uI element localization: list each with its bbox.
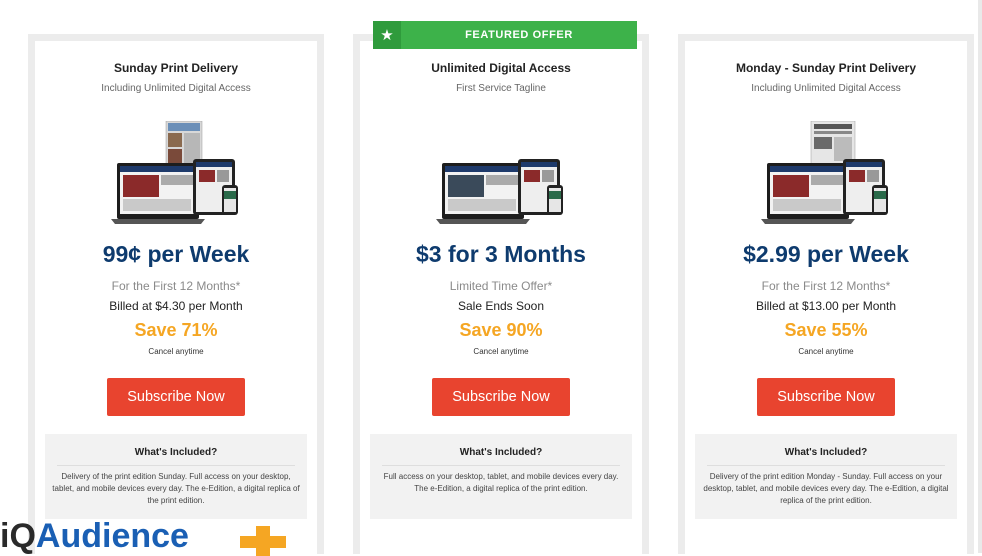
plan-tagline: Including Unlimited Digital Access xyxy=(101,83,251,94)
devices-bundle-image xyxy=(436,159,563,224)
cancel-note: Cancel anytime xyxy=(473,347,529,356)
whats-included-title: What's Included? xyxy=(784,447,868,458)
plan-billing: Billed at $4.30 per Month xyxy=(109,299,243,313)
cancel-note: Cancel anytime xyxy=(148,347,204,356)
plan-card-unlimited-digital: Unlimited Digital Access First Service T… xyxy=(353,34,649,554)
plan-price: $2.99 per Week xyxy=(743,241,909,267)
plan-savings: Save 90% xyxy=(459,320,543,340)
divider xyxy=(57,465,295,466)
featured-offer-label: FEATURED OFFER xyxy=(465,29,573,41)
plan-price: $3 for 3 Months xyxy=(416,241,586,267)
plan-term: For the First 12 Months* xyxy=(111,279,241,293)
plan-billing: Sale Ends Soon xyxy=(457,299,545,313)
featured-offer-banner: ★ FEATURED OFFER xyxy=(373,21,637,49)
scrollbar-edge xyxy=(978,0,982,553)
whats-included-description: Delivery of the print edition Sunday. Fu… xyxy=(52,472,300,505)
plan-term: Limited Time Offer* xyxy=(449,279,553,293)
whats-included-title: What's Included? xyxy=(459,447,543,458)
plan-title: Sunday Print Delivery xyxy=(113,61,239,75)
subscribe-button[interactable]: Subscribe Now xyxy=(432,378,570,416)
plan-card-monday-sunday-print: Monday - Sunday Print Delivery Including… xyxy=(678,34,974,554)
plus-icon xyxy=(240,526,286,556)
whats-included-description: Full access on your desktop, tablet, and… xyxy=(383,472,619,493)
iq-audience-logo: iQAudience xyxy=(0,516,286,556)
subscribe-button[interactable]: Subscribe Now xyxy=(757,378,895,416)
star-icon: ★ xyxy=(373,21,401,49)
divider xyxy=(382,465,620,466)
plan-card-sunday-print: Sunday Print Delivery Including Unlimite… xyxy=(28,34,324,554)
subscribe-button[interactable]: Subscribe Now xyxy=(107,378,245,416)
plan-tagline: First Service Tagline xyxy=(456,83,546,94)
cancel-note: Cancel anytime xyxy=(798,347,854,356)
plan-savings: Save 71% xyxy=(134,320,218,340)
logo-wordmark: Audience xyxy=(35,517,189,555)
plan-tagline: Including Unlimited Digital Access xyxy=(751,83,901,94)
devices-bundle-image xyxy=(761,121,888,224)
whats-included-box: What's Included? Full access on your des… xyxy=(370,434,632,519)
plan-title: Unlimited Digital Access xyxy=(431,61,571,75)
plan-billing: Billed at $13.00 per Month xyxy=(755,299,897,313)
whats-included-title: What's Included? xyxy=(134,447,218,458)
logo-prefix: iQ xyxy=(0,517,36,555)
plan-savings: Save 55% xyxy=(784,320,868,340)
whats-included-box: What's Included? Delivery of the print e… xyxy=(45,434,307,519)
whats-included-box: What's Included? Delivery of the print e… xyxy=(695,434,957,519)
plan-term: For the First 12 Months* xyxy=(761,279,891,293)
divider xyxy=(707,465,945,466)
devices-bundle-image xyxy=(111,121,238,224)
pricing-page: ★ FEATURED OFFER Sunday Print Delivery I… xyxy=(0,0,982,556)
whats-included-description: Delivery of the print edition Monday - S… xyxy=(703,472,949,505)
plan-title: Monday - Sunday Print Delivery xyxy=(735,61,917,75)
plan-price: 99¢ per Week xyxy=(102,241,250,267)
